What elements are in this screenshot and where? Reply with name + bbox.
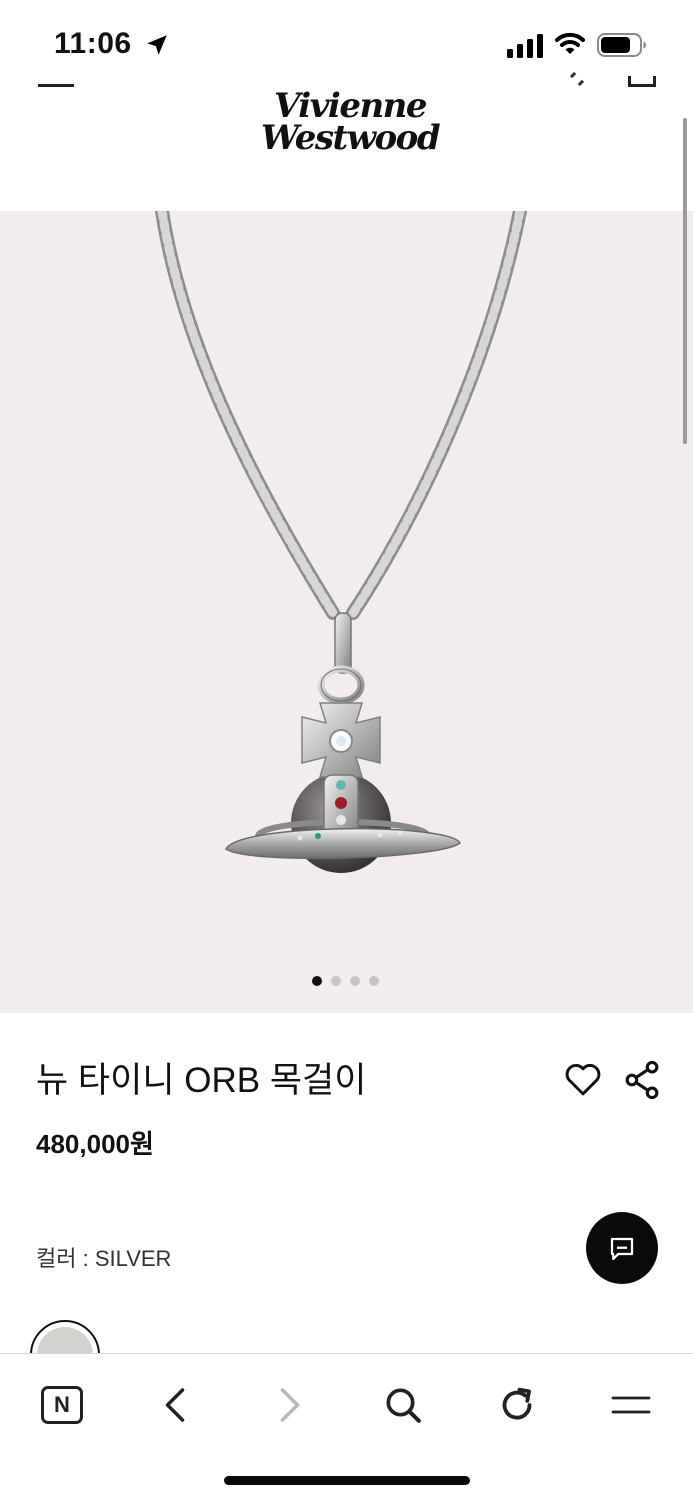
pagination-dot-1[interactable] [312,976,322,986]
search-button[interactable] [378,1380,428,1430]
hamburger-menu-icon[interactable] [38,84,74,87]
forward-button[interactable] [265,1380,315,1430]
location-arrow-icon [147,35,167,55]
brand-logo[interactable]: Vivienne Westwood [255,89,445,158]
page-scrollbar[interactable] [683,118,687,444]
battery-icon [597,33,646,57]
back-icon [165,1388,185,1422]
color-option-label: 컬러 : SILVER [36,1246,172,1271]
chat-button[interactable] [586,1212,658,1284]
product-title: 뉴 타이니 ORB 목걸이 [36,1061,367,1100]
pagination-dot-4[interactable] [369,976,379,986]
product-price: 480,000원 [36,1129,154,1159]
menu-button[interactable] [606,1380,656,1430]
share-icon[interactable] [620,1058,664,1102]
reload-button[interactable] [492,1380,542,1430]
reload-icon [502,1387,532,1420]
necklace-image [155,211,527,873]
pagination-dot-3[interactable] [350,976,360,986]
menu-icon [611,1396,651,1414]
gallery-pagination[interactable] [312,976,379,986]
wifi-icon [555,32,585,54]
brand-logo-line2: Westwood [260,118,441,158]
user-icon[interactable] [569,71,585,87]
forward-icon [280,1388,300,1422]
back-button[interactable] [150,1380,200,1430]
product-image-gallery[interactable] [0,211,693,1013]
heart-icon[interactable] [562,1058,604,1100]
shopping-bag-icon[interactable] [628,76,656,87]
chat-bubble-icon [610,1237,634,1261]
cellular-signal-icon [507,34,543,58]
home-indicator [224,1476,470,1485]
pagination-dot-2[interactable] [331,976,341,986]
status-time: 11:06 [54,27,132,60]
site-header: Vivienne Westwood [0,66,693,211]
naver-home-button[interactable]: N [37,1380,87,1430]
naver-icon: N [41,1386,83,1424]
search-icon [386,1388,421,1423]
